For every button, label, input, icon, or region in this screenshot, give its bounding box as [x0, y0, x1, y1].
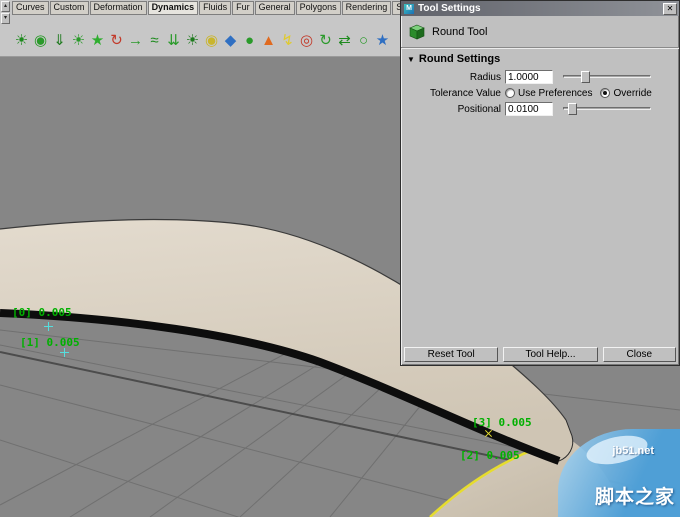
slider-thumb[interactable] [568, 103, 578, 115]
vortex-field-icon[interactable]: ↻ [107, 27, 126, 54]
vertex-radius-label: [2] 0.005 [460, 449, 520, 462]
radius-slider[interactable] [563, 70, 651, 84]
positional-slider[interactable] [563, 102, 651, 116]
tolerance-label: Tolerance Value [430, 87, 501, 99]
reset-tool-button[interactable]: Reset Tool [404, 347, 499, 362]
shelf: ▴ ▾ Curves Custom Deformation Dynamics Fluid… [0, 0, 400, 57]
watermark-brand: 脚本之家 [594, 487, 675, 508]
override-radio[interactable] [600, 88, 611, 98]
vertex-radius-label: [3] 0.005 [472, 416, 532, 429]
radius-row: Radius [401, 69, 679, 85]
round-tool-cube-icon [409, 24, 425, 40]
close-window-button[interactable]: ✕ [663, 2, 677, 15]
shelf-tab-arrows: ▴ ▾ [1, 1, 11, 25]
curve-flow-icon[interactable]: ↻ [316, 27, 335, 54]
vertex-marker-icon[interactable] [44, 322, 53, 331]
shatter-effect-icon[interactable]: ◎ [297, 27, 316, 54]
make-collide-icon[interactable]: ◆ [221, 27, 240, 54]
emit-from-object-icon[interactable]: ◉ [202, 27, 221, 54]
maya-window: [0] 0.005 [1] 0.005 [3] 0.005 [2] 0.005 ▴ ▾… [0, 0, 680, 517]
shelf-tab-general[interactable]: General [254, 1, 295, 15]
shelf-tab-fur[interactable]: Fur [232, 1, 254, 15]
surface-flow-icon[interactable]: ⇄ [335, 27, 354, 54]
slider-thumb[interactable] [580, 71, 590, 83]
fire-effect-icon[interactable]: ▲ [259, 27, 278, 54]
shelf-tab-polygons[interactable]: Polygons [295, 1, 341, 15]
use-preferences-radio[interactable] [505, 88, 515, 98]
gravity-field-icon[interactable]: ⇓ [50, 27, 69, 54]
tool-help-button[interactable]: Tool Help... [503, 347, 598, 362]
shelf-tab-custom[interactable]: Custom [49, 1, 89, 15]
turbulence-field-icon[interactable]: ⇊ [164, 27, 183, 54]
radius-input[interactable] [505, 70, 553, 84]
shelf-tab-curves[interactable]: Curves [12, 1, 49, 15]
shelf-tabs: Curves Custom Deformation Dynamics Fluids Fur… [12, 1, 400, 15]
separator [401, 47, 679, 49]
newton-field-icon[interactable]: ☀ [69, 27, 88, 54]
shelf-tab-deformation[interactable]: Deformation [89, 1, 147, 15]
window-button-row: Reset Tool Tool Help... Close [404, 347, 676, 362]
section-title: Round Settings [418, 53, 501, 65]
override-label[interactable]: Override [613, 88, 651, 99]
slider-track[interactable] [563, 75, 651, 78]
radius-label: Radius [469, 71, 501, 83]
uniform-field-icon[interactable]: ☀ [183, 27, 202, 54]
particle-collision-icon[interactable]: ● [240, 27, 259, 54]
particle-fan-icon[interactable]: ☀ [12, 27, 31, 54]
positional-row: Positional [401, 101, 679, 117]
shelf-tab-subdivs[interactable]: Subdivs [392, 1, 400, 15]
tool-settings-titlebar[interactable]: M Tool Settings ✕ [401, 1, 679, 16]
radial-field-icon[interactable]: ★ [88, 27, 107, 54]
shelf-tab-fluids[interactable]: Fluids [199, 1, 232, 15]
vertex-radius-label: [0] 0.005 [12, 306, 72, 319]
collapse-triangle-icon[interactable]: ▼ [407, 55, 415, 64]
shelf-scroll-up-icon[interactable]: ▴ [1, 1, 10, 12]
drag-field-icon[interactable]: ≈ [145, 27, 164, 54]
goal-icon[interactable]: ★ [373, 27, 392, 54]
shelf-tab-dynamics[interactable]: Dynamics [147, 1, 199, 15]
maya-window-icon: M [404, 3, 414, 14]
create-emitter-icon[interactable]: ◉ [31, 27, 50, 54]
shelf-icon-row: ☀ ◉ ⇓ ☀ ★ ↻ → ≈ ⇊ ☀ ◉ ◆ ● ▲ ↯ ◎ ↻ ⇄ ○ ★ [12, 27, 392, 54]
particle-tool-icon[interactable]: ○ [354, 27, 373, 54]
window-title: Tool Settings [418, 3, 481, 14]
close-tool-button[interactable]: Close [602, 347, 676, 362]
positional-input[interactable] [505, 102, 553, 116]
watermark-site: jb51.net [612, 445, 654, 457]
tool-header-row: Round Tool [409, 24, 679, 40]
air-field-icon[interactable]: → [126, 27, 145, 54]
tolerance-row: Tolerance Value Use Preferences Override [401, 85, 679, 101]
vertex-radius-label: [1] 0.005 [20, 336, 80, 349]
lightning-effect-icon[interactable]: ↯ [278, 27, 297, 54]
tool-settings-window: M Tool Settings ✕ Round Tool ▼ Round Sett… [400, 0, 680, 366]
round-settings-section-header[interactable]: ▼ Round Settings [407, 53, 679, 65]
use-preferences-label[interactable]: Use Preferences [518, 88, 592, 99]
positional-label: Positional [457, 103, 501, 115]
vertex-marker-icon[interactable] [60, 348, 69, 357]
shelf-tab-rendering[interactable]: Rendering [341, 1, 392, 15]
tool-name-label: Round Tool [432, 26, 488, 38]
shelf-scroll-down-icon[interactable]: ▾ [1, 13, 10, 24]
